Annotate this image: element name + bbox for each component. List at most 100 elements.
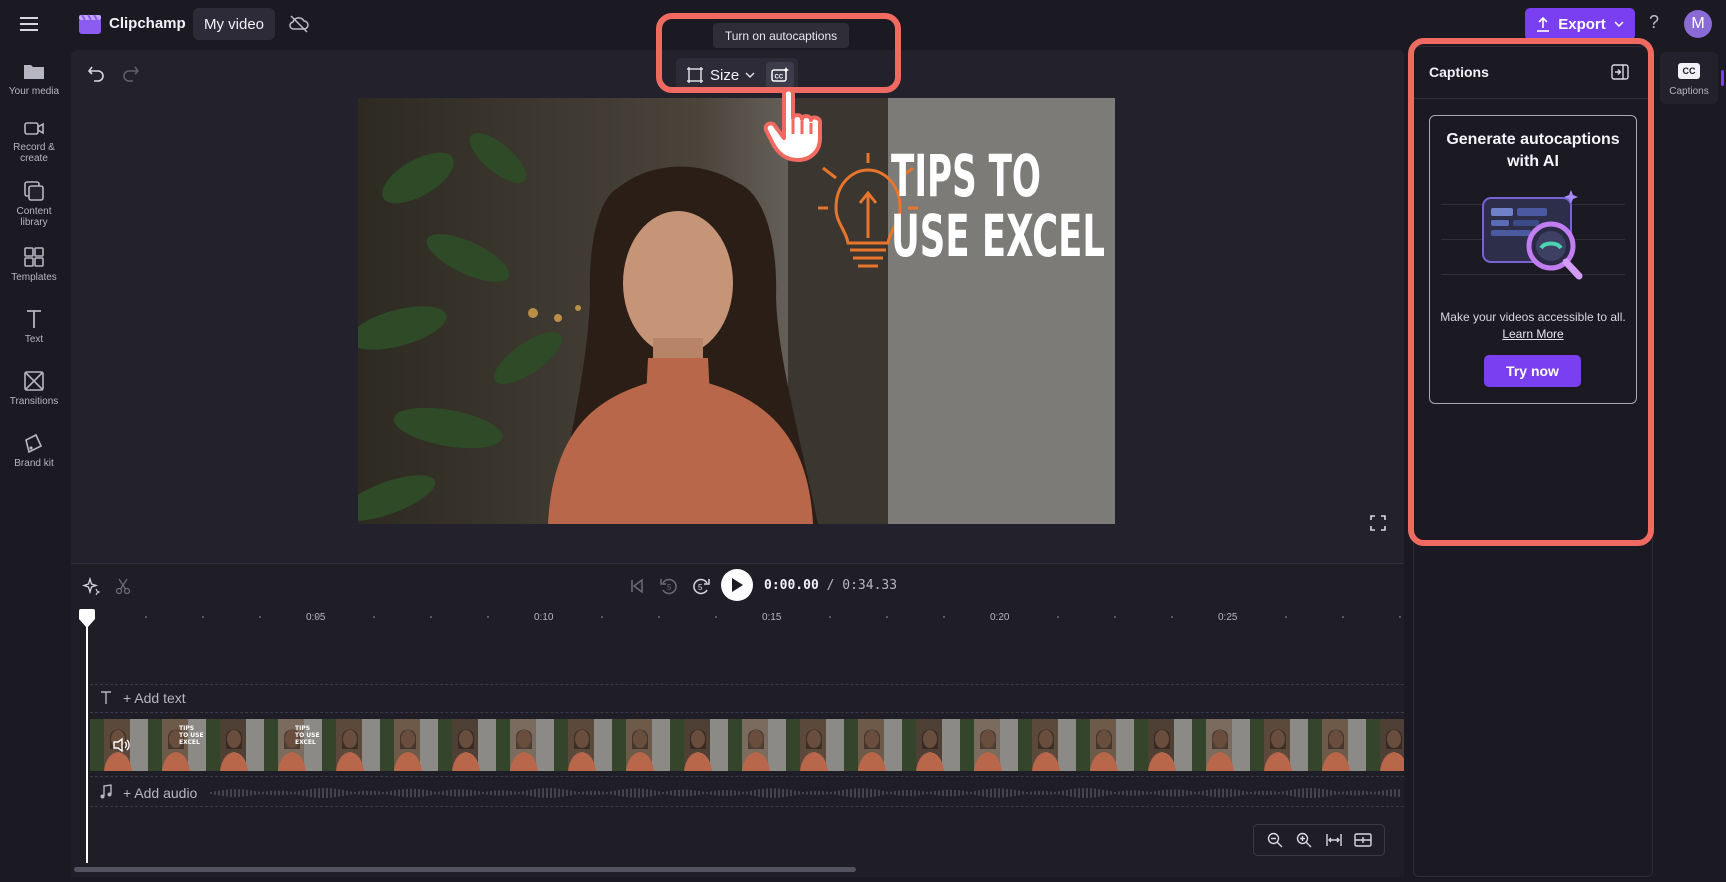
ruler-tick	[715, 616, 717, 618]
brand-kit-icon	[25, 433, 43, 454]
cloud-off-icon[interactable]	[288, 14, 310, 34]
add-audio-button[interactable]: + Add audio	[123, 785, 197, 801]
video-thumbnail	[322, 719, 380, 771]
hamburger-menu-icon[interactable]	[18, 14, 42, 34]
sidebar-item-templates[interactable]: Templates	[0, 246, 68, 283]
project-title-button[interactable]: My video	[193, 8, 275, 40]
sidebar-item-label: Brand kit	[14, 458, 54, 469]
fit-to-width-icon[interactable]	[1325, 831, 1343, 849]
avatar[interactable]: M	[1684, 10, 1712, 38]
ruler-tick	[772, 616, 774, 618]
help-icon[interactable]: ?	[1645, 12, 1663, 36]
ruler-tick	[1114, 616, 1116, 618]
ruler-tick	[943, 616, 945, 618]
chevron-down-icon	[1614, 21, 1624, 27]
timecode: 0:00.00 / 0:34.33	[764, 578, 897, 593]
ruler-tick	[658, 616, 660, 618]
rewind-5s-icon[interactable]: 5	[658, 575, 680, 597]
folder-icon	[24, 65, 44, 79]
ruler-tick	[544, 616, 546, 618]
video-thumbnail	[1366, 719, 1404, 771]
text-track-top	[90, 684, 1404, 685]
video-thumbnail	[1250, 719, 1308, 771]
sidebar-item-label: Templates	[11, 272, 57, 283]
ruler-tick	[1399, 616, 1401, 618]
video-thumbnail	[670, 719, 728, 771]
sidebar-item-your-media[interactable]: Your media	[0, 60, 68, 97]
timeline-view-icon[interactable]	[1354, 831, 1372, 849]
ruler-tick	[1000, 616, 1002, 618]
ruler-tick	[886, 616, 888, 618]
hand-pointer-icon	[762, 86, 834, 166]
video-thumbnail: TIPS TO USE EXCEL	[148, 719, 206, 771]
audio-track-top	[90, 776, 1404, 777]
preview-title-line2: USE EXCEL	[891, 202, 1105, 270]
total-time: / 0:34.33	[826, 578, 898, 593]
sidebar-item-text[interactable]: Text	[0, 308, 68, 345]
play-button[interactable]	[721, 569, 753, 601]
clipchamp-logo-icon	[78, 12, 102, 36]
audio-waveform	[210, 787, 1400, 799]
sidebar-item-label: Your media	[8, 86, 60, 97]
video-thumbnail	[554, 719, 612, 771]
sidebar-item-label: Content library	[16, 206, 52, 228]
camera-icon	[24, 122, 44, 135]
redo-icon[interactable]	[121, 63, 141, 83]
ruler-tick	[487, 616, 489, 618]
video-thumbnail	[612, 719, 670, 771]
add-text-button[interactable]: + Add text	[123, 690, 186, 706]
ruler-tick	[829, 616, 831, 618]
ruler-tick	[1342, 616, 1344, 618]
captions-tab-accent	[1721, 70, 1724, 86]
magic-sparkle-icon[interactable]	[82, 577, 100, 595]
captions-cc-icon: CC	[1678, 63, 1700, 79]
video-thumbnail	[960, 719, 1018, 771]
sidebar-item-label: Text	[24, 334, 44, 345]
export-button[interactable]: Export	[1525, 8, 1635, 40]
skip-to-start-icon[interactable]	[627, 576, 647, 596]
svg-text:5: 5	[667, 583, 672, 592]
video-thumbnail	[380, 719, 438, 771]
text-icon	[27, 310, 41, 328]
highlight-box-toolbar	[656, 13, 901, 93]
volume-icon[interactable]	[111, 736, 131, 754]
video-clip-track[interactable]: TIPS TO USE EXCEL TIPS TO USE EXCEL	[90, 719, 1404, 771]
ruler-tick	[259, 616, 261, 618]
transitions-icon	[24, 371, 44, 391]
ruler-tick	[202, 616, 204, 618]
video-thumbnail	[1308, 719, 1366, 771]
current-time: 0:00.00	[764, 578, 819, 593]
scissors-icon[interactable]	[114, 577, 132, 595]
sidebar-item-label: Transitions	[9, 396, 59, 407]
video-thumbnail	[844, 719, 902, 771]
video-thumbnail	[1134, 719, 1192, 771]
video-thumbnail	[786, 719, 844, 771]
ruler-tick	[1228, 616, 1230, 618]
fullscreen-icon[interactable]	[1369, 514, 1387, 532]
zoom-in-icon[interactable]	[1295, 831, 1313, 849]
svg-text:5: 5	[698, 583, 703, 592]
video-thumbnail	[728, 719, 786, 771]
playhead-handle[interactable]	[78, 607, 96, 629]
timeline-scrollbar[interactable]	[74, 867, 856, 872]
undo-icon[interactable]	[86, 63, 106, 83]
ruler-tick	[601, 616, 603, 618]
thumbnail-title-text: TIPS TO USE EXCEL	[179, 725, 204, 746]
zoom-out-icon[interactable]	[1266, 831, 1284, 849]
thumbnail-title-text: TIPS TO USE EXCEL	[295, 725, 320, 746]
sidebar-item-record-create[interactable]: Record & create	[0, 118, 68, 164]
video-preview[interactable]: TIPS TO USE EXCEL	[358, 98, 1115, 524]
sidebar-item-transitions[interactable]: Transitions	[0, 370, 68, 407]
video-thumbnail: TIPS TO USE EXCEL	[264, 719, 322, 771]
ruler-tick	[430, 616, 432, 618]
text-track-bottom	[90, 712, 1404, 713]
video-thumbnail	[438, 719, 496, 771]
sidebar-item-content-library[interactable]: Content library	[0, 180, 68, 228]
app-brand: Clipchamp	[109, 15, 186, 32]
library-icon	[24, 181, 44, 201]
video-thumbnail	[902, 719, 960, 771]
sidebar-item-brand-kit[interactable]: Brand kit	[0, 432, 68, 469]
ruler-tick	[316, 616, 318, 618]
ruler-tick	[1285, 616, 1287, 618]
forward-5s-icon[interactable]: 5	[690, 575, 712, 597]
